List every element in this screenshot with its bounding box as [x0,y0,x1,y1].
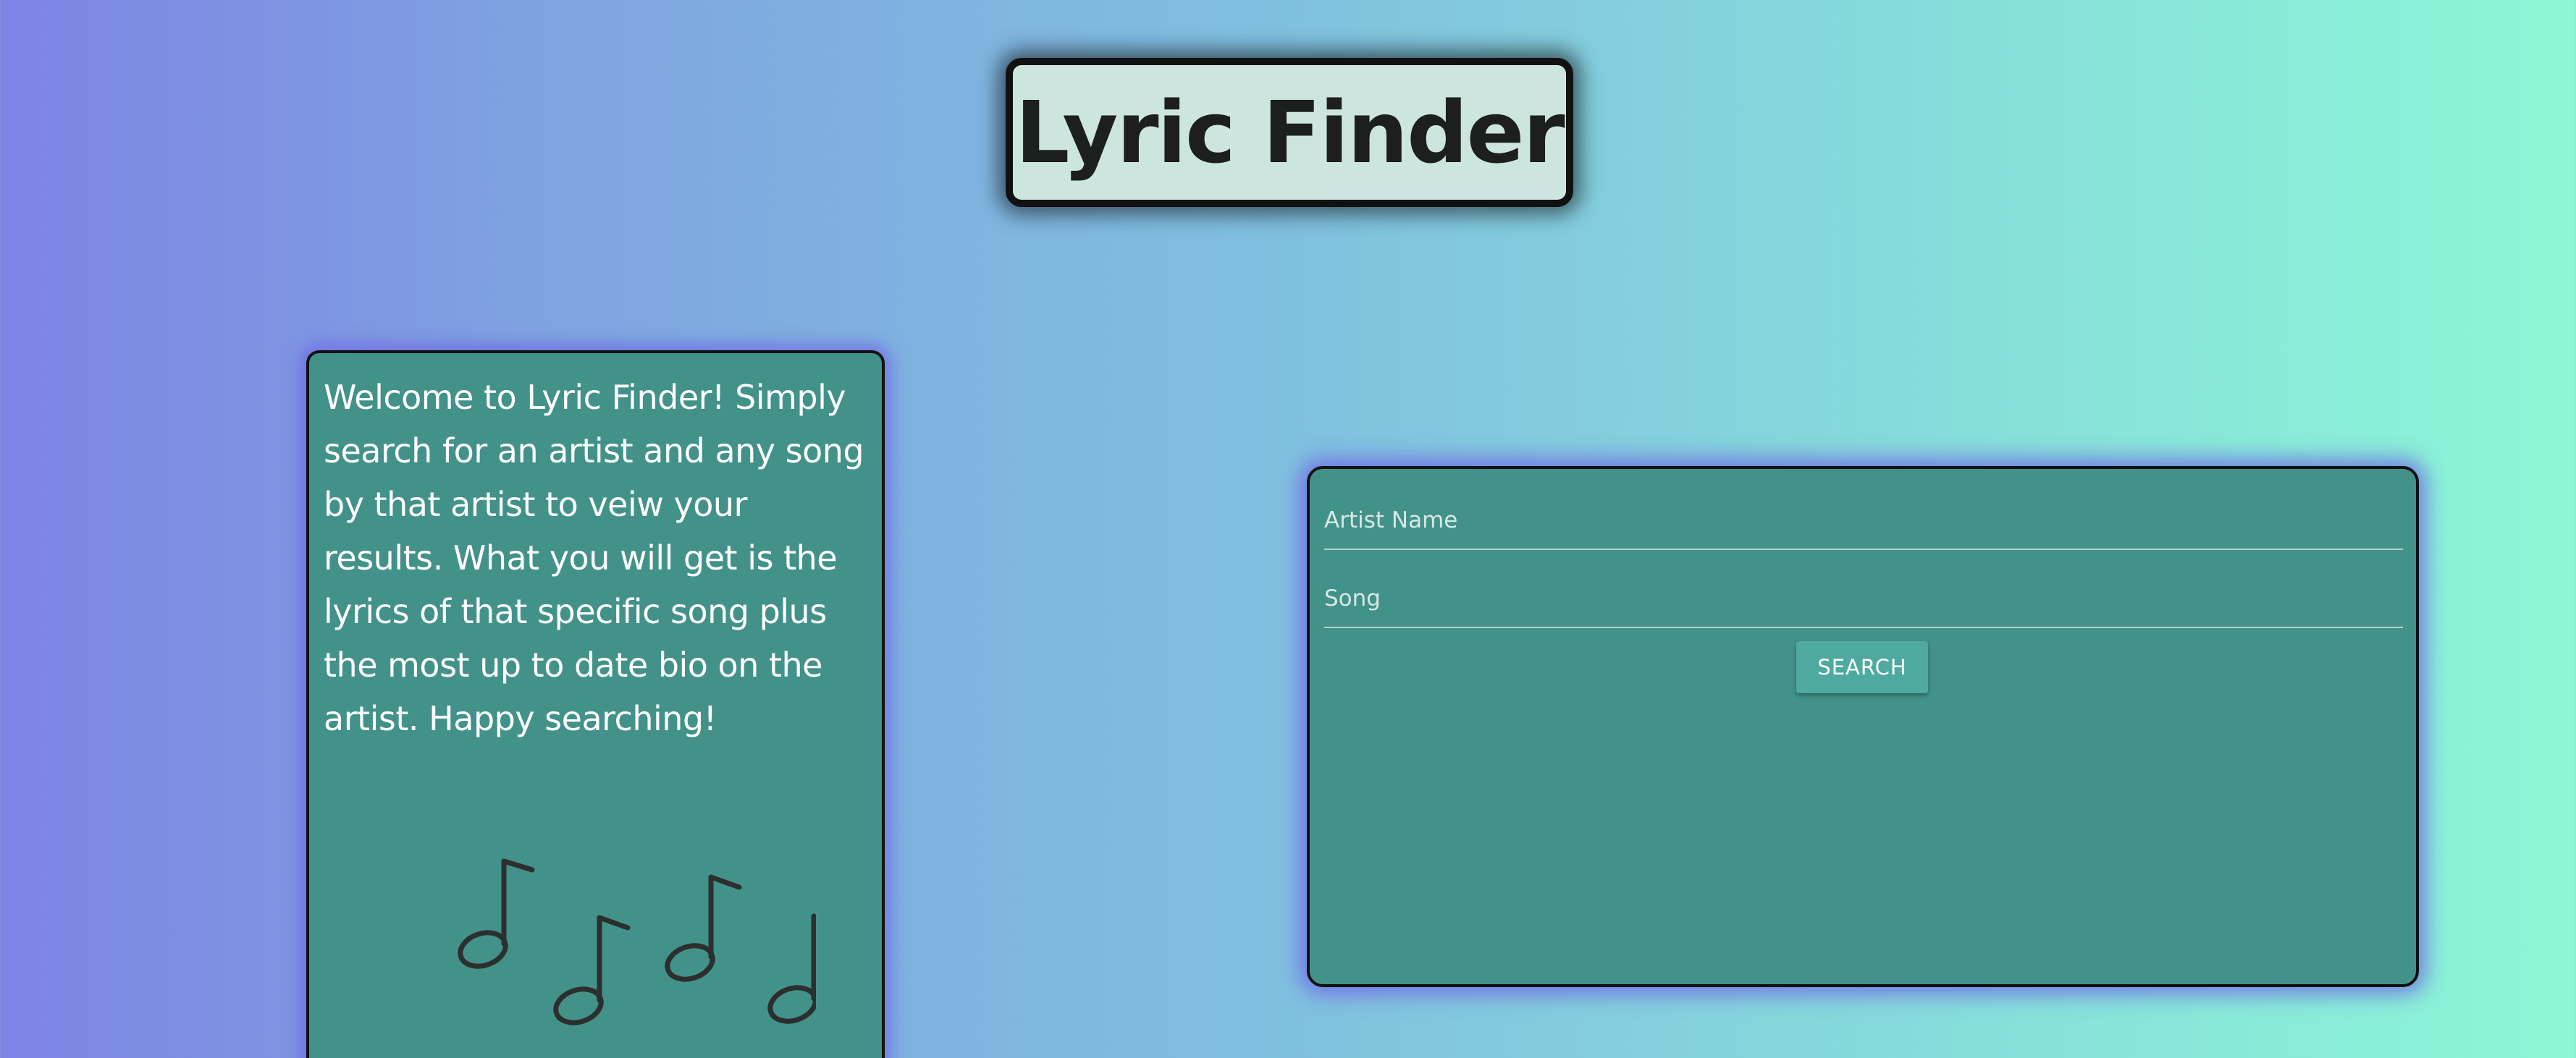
artist-name-field [1324,489,2403,550]
song-field [1324,567,2403,628]
welcome-text: Welcome to Lyric Finder! Simply search f… [324,378,864,738]
page-title: Lyric Finder [1015,82,1565,182]
search-button[interactable]: SEARCH [1796,641,1928,693]
search-form-card: SEARCH [1307,466,2419,987]
title-banner: Lyric Finder [1006,58,1573,207]
music-notes-icon [458,858,816,1025]
welcome-card: Welcome to Lyric Finder! Simply search f… [306,350,885,1058]
artist-name-input[interactable] [1324,502,2403,538]
song-input[interactable] [1324,580,2403,617]
